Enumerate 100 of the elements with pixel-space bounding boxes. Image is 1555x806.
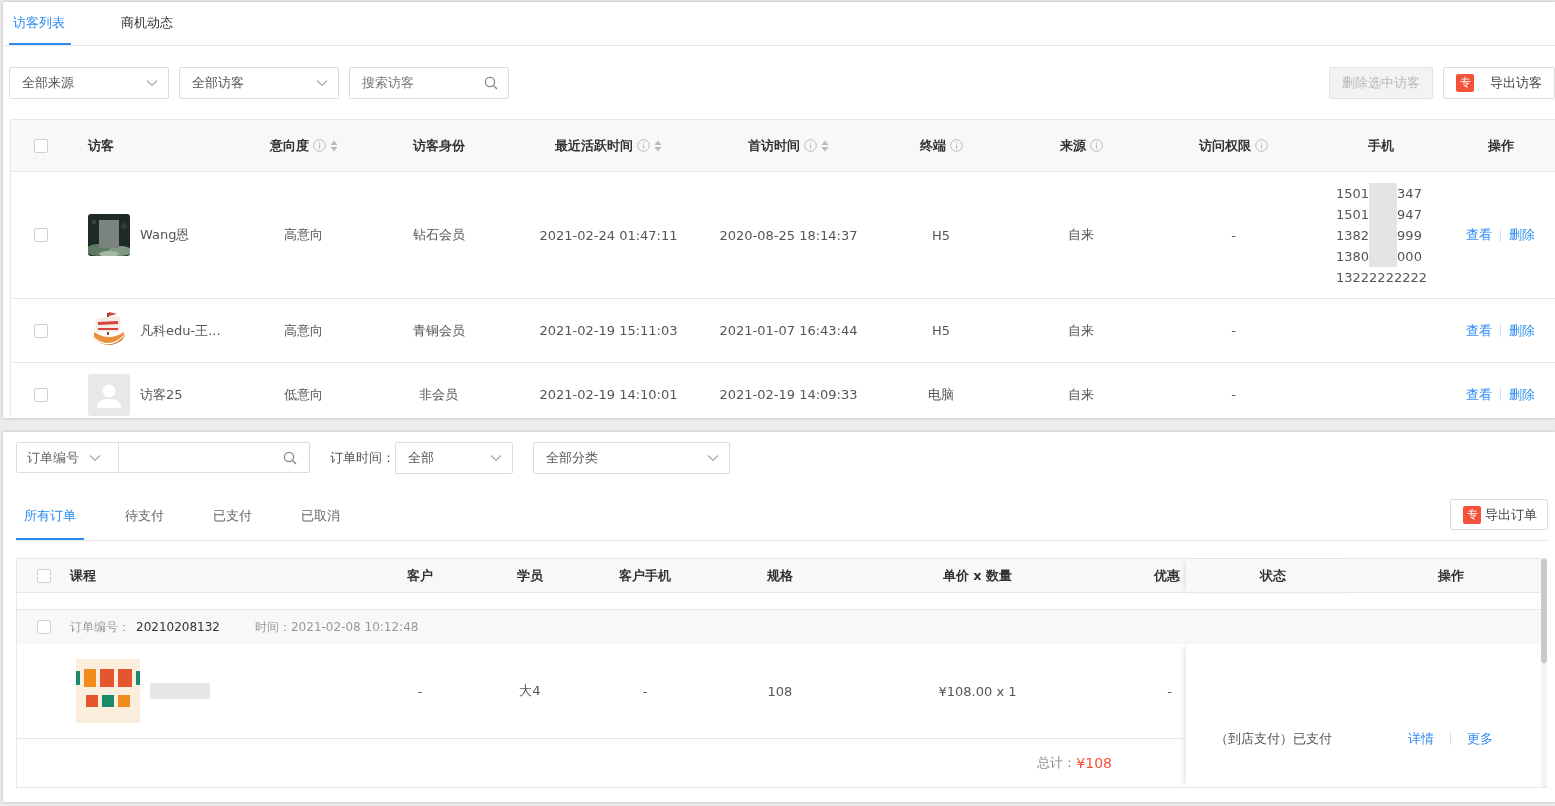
phone-number: 1501 bbox=[1336, 184, 1370, 203]
timestamp: 2021-02-19 14:09:33 bbox=[719, 387, 858, 402]
column-header: 首访时间 bbox=[748, 136, 800, 155]
tab[interactable]: 所有订单 bbox=[16, 507, 84, 540]
chevron-down-icon bbox=[316, 78, 328, 87]
checkbox[interactable] bbox=[34, 387, 48, 402]
column-header: 访客 bbox=[88, 136, 114, 155]
sort-icon[interactable] bbox=[821, 139, 829, 152]
column-header: 访问权限 bbox=[1199, 136, 1251, 155]
tab[interactable]: 访客列表 bbox=[9, 14, 71, 45]
chevron-down-icon bbox=[707, 453, 719, 462]
column-header: 优惠 bbox=[1154, 566, 1180, 585]
column-header: 手机 bbox=[1368, 136, 1394, 155]
dropdown[interactable]: 全部访客 bbox=[179, 66, 339, 99]
column-header: 规格 bbox=[767, 566, 793, 585]
intent-level: 高意向 bbox=[284, 321, 323, 340]
column-header: 最近活跃时间 bbox=[555, 136, 633, 155]
scrollbar-thumb[interactable] bbox=[1541, 559, 1547, 663]
column-header: 课程 bbox=[70, 566, 96, 585]
order-status: （到店支付）已支付 bbox=[1214, 729, 1332, 748]
column-header: 访客身份 bbox=[412, 136, 465, 155]
sort-icon[interactable] bbox=[654, 139, 662, 152]
member-level: 青铜会员 bbox=[412, 321, 465, 340]
total-label: 总计： bbox=[1037, 754, 1077, 772]
access-value: - bbox=[1231, 227, 1236, 243]
chevron-down-icon bbox=[146, 78, 158, 87]
source: 自来 bbox=[1068, 385, 1094, 404]
column-header: 意向度 bbox=[269, 136, 309, 155]
tab[interactable]: 已取消 bbox=[293, 507, 348, 540]
column-header: 单价 x 数量 bbox=[942, 566, 1013, 585]
export-button[interactable]: 专 导出订单 bbox=[1450, 499, 1548, 530]
view-link[interactable]: 查看 bbox=[1466, 385, 1492, 404]
pro-badge: 专 bbox=[1456, 73, 1474, 92]
column-header: 操作 bbox=[1487, 136, 1514, 155]
search-icon bbox=[484, 75, 498, 90]
member-level: 钻石会员 bbox=[412, 226, 465, 244]
source: 自来 bbox=[1068, 226, 1094, 244]
order-number-label: 订单编号： bbox=[70, 618, 130, 636]
order-time: 时间：2021-02-08 10:12:48 bbox=[255, 618, 419, 636]
timestamp: 2020-08-25 18:14:37 bbox=[719, 227, 858, 243]
timestamp: 2021-02-24 01:47:11 bbox=[539, 227, 678, 243]
column-header: 终端 bbox=[919, 136, 946, 155]
export-button[interactable]: 专 导出访客 bbox=[1443, 66, 1555, 99]
view-link[interactable]: 查看 bbox=[1466, 226, 1492, 244]
terminal-type: 电脑 bbox=[928, 385, 954, 404]
phone-number: 999 bbox=[1397, 226, 1422, 245]
sort-icon[interactable] bbox=[329, 139, 338, 152]
tab[interactable]: 已支付 bbox=[205, 507, 260, 540]
phone-number: 13222222222 bbox=[1336, 268, 1427, 287]
delete-link[interactable]: 删除 bbox=[1509, 385, 1535, 404]
more-link[interactable]: 更多 bbox=[1467, 729, 1493, 748]
spec-value: 108 bbox=[767, 683, 793, 699]
phone-number: 1380 bbox=[1336, 247, 1370, 266]
source: 自来 bbox=[1068, 321, 1094, 340]
customer-value: - bbox=[417, 683, 423, 699]
column-header: 客户 bbox=[407, 566, 433, 585]
phone-number: 1501 bbox=[1336, 205, 1370, 224]
timestamp: 2021-02-19 14:10:01 bbox=[539, 387, 678, 402]
column-header: 来源 bbox=[1059, 136, 1086, 155]
terminal-type: H5 bbox=[931, 323, 950, 338]
intent-level: 低意向 bbox=[284, 385, 323, 404]
chevron-down-icon bbox=[490, 453, 502, 462]
phone-number: 1382 bbox=[1336, 226, 1370, 245]
column-header: 客户手机 bbox=[619, 566, 671, 585]
timestamp: 2021-01-07 16:43:44 bbox=[719, 323, 858, 338]
phone-number: 347 bbox=[1397, 184, 1422, 203]
category-dropdown[interactable]: 全部分类 bbox=[533, 441, 730, 474]
tab[interactable]: 待支付 bbox=[117, 507, 172, 540]
discount-value: - bbox=[1167, 683, 1172, 699]
delete-link[interactable]: 删除 bbox=[1509, 226, 1535, 244]
pro-badge: 专 bbox=[1463, 505, 1481, 524]
checkbox[interactable] bbox=[36, 620, 51, 634]
order-number: 20210208132 bbox=[136, 620, 220, 634]
column-header: 状态 bbox=[1260, 566, 1286, 585]
time-dropdown[interactable]: 全部 bbox=[395, 441, 513, 474]
access-value: - bbox=[1231, 323, 1236, 338]
details-link[interactable]: 详情 bbox=[1408, 729, 1434, 748]
phone-number: 947 bbox=[1397, 205, 1422, 224]
checkbox[interactable] bbox=[34, 228, 48, 242]
timestamp: 2021-02-19 15:11:03 bbox=[539, 323, 678, 338]
unit-price: ¥108.00 x 1 bbox=[938, 683, 1017, 699]
dropdown[interactable]: 全部来源 bbox=[9, 66, 169, 99]
total-amount: ¥108 bbox=[1076, 755, 1112, 771]
intent-level: 高意向 bbox=[284, 226, 323, 244]
access-value: - bbox=[1231, 387, 1236, 402]
column-header: 学员 bbox=[517, 566, 543, 585]
phone-number: 000 bbox=[1397, 247, 1422, 266]
tab[interactable]: 商机动态 bbox=[117, 14, 177, 45]
delete-link[interactable]: 删除 bbox=[1509, 321, 1535, 340]
checkbox[interactable] bbox=[34, 138, 48, 153]
terminal-type: H5 bbox=[931, 227, 950, 243]
checkbox[interactable] bbox=[36, 568, 51, 583]
checkbox[interactable] bbox=[34, 323, 48, 338]
member-level: 非会员 bbox=[419, 385, 458, 404]
search-field[interactable]: 搜索访客 bbox=[349, 66, 509, 99]
view-link[interactable]: 查看 bbox=[1466, 321, 1492, 340]
visitor-name: Wang恩 bbox=[140, 226, 190, 244]
student-name: 大4 bbox=[519, 682, 541, 700]
visitor-name: 访客25 bbox=[140, 385, 183, 404]
visitor-name: 凡科edu-王... bbox=[140, 321, 221, 340]
